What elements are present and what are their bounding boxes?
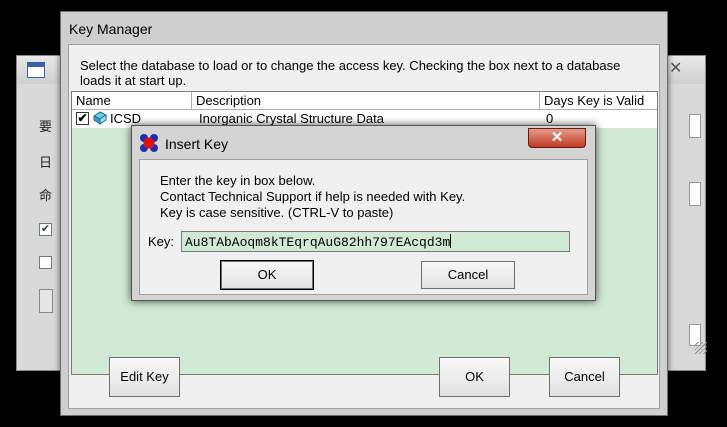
dialog-ok-button[interactable]: OK (220, 260, 314, 290)
window-title: Key Manager (69, 21, 153, 37)
background-field-2[interactable] (689, 182, 701, 206)
insert-key-dialog: Insert Key ✕ Enter the key in box below.… (131, 125, 596, 301)
resize-grip-icon[interactable] (695, 342, 707, 354)
window-icon (27, 62, 45, 78)
background-label-2: 日 (39, 155, 53, 170)
cancel-button[interactable]: Cancel (549, 357, 620, 397)
dialog-title: Insert Key (165, 136, 229, 152)
background-checkbox-1[interactable]: ✔ (39, 223, 52, 236)
message-line: Enter the key in box below. (160, 173, 316, 188)
row-checkbox[interactable]: ✔ (76, 112, 89, 125)
background-field-1[interactable] (689, 114, 701, 138)
close-icon[interactable]: ✕ (528, 128, 586, 148)
column-header-description[interactable]: Description (192, 92, 540, 109)
key-input-value: Au8TAbAoqm8kTEqrqAuG82hh797EAcqd3m (185, 235, 451, 250)
background-label-3: 命 (39, 188, 53, 203)
key-app-icon (140, 134, 158, 152)
background-button[interactable] (39, 289, 53, 313)
instructions-text: Select the database to load or to change… (80, 58, 621, 88)
key-label: Key: (148, 234, 175, 249)
key-input[interactable]: Au8TAbAoqm8kTEqrqAuG82hh797EAcqd3m (181, 231, 570, 252)
dialog-message: Enter the key in box below. Contact Tech… (160, 173, 465, 221)
insert-key-client: Enter the key in box below. Contact Tech… (139, 159, 588, 295)
message-line: Contact Technical Support if help is nee… (160, 189, 466, 204)
background-label-1: 要 (39, 119, 53, 134)
edit-key-button[interactable]: Edit Key (109, 357, 180, 397)
column-header-name[interactable]: Name (72, 92, 192, 109)
ok-button[interactable]: OK (439, 357, 510, 397)
list-header: Name Description Days Key is Valid (72, 92, 657, 110)
background-checkbox-2[interactable] (39, 256, 52, 269)
message-line: Key is case sensitive. (CTRL-V to paste) (160, 205, 394, 220)
column-header-days[interactable]: Days Key is Valid (540, 92, 657, 109)
close-icon[interactable]: ✕ (669, 58, 682, 78)
database-icon (93, 111, 107, 125)
dialog-cancel-button[interactable]: Cancel (421, 261, 515, 289)
